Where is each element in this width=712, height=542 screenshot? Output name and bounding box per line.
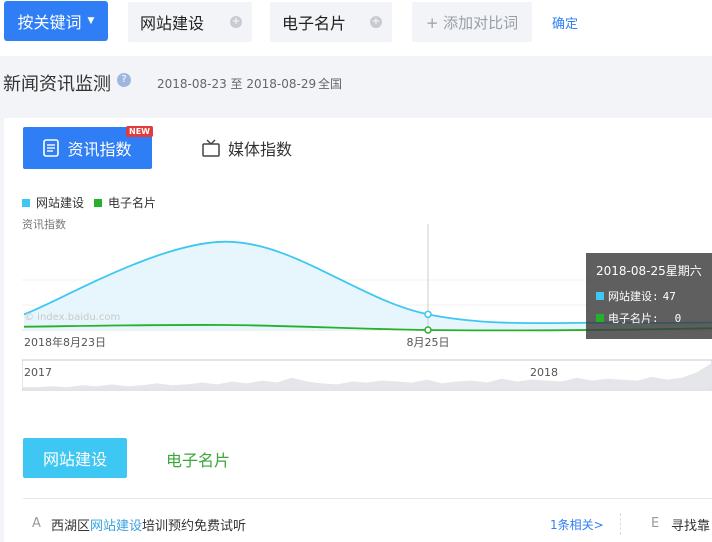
tooltip-value: 47 — [662, 289, 676, 303]
tooltip-row: 网站建设: 47 — [596, 288, 706, 304]
news-title-link[interactable]: 寻找靠 — [671, 515, 710, 534]
tooltip-label: 电子名片: — [608, 312, 659, 325]
chart-tooltip: 2018-08-25星期六 网站建设: 47 电子名片: 0 — [586, 253, 712, 339]
top-bar: 按关键词 ▼ 网站建设 + 电子名片 + + 添加对比词 确定 — [0, 0, 712, 56]
news-prefix: 西湖区 — [51, 519, 91, 534]
watermark: © index.baidu.com — [24, 312, 120, 323]
chart-legend: 网站建设 电子名片 — [22, 194, 156, 211]
main-panel: 资讯指数 NEW 媒体指数 网站建设 电子名片 资讯指数 © index.bai… — [0, 108, 712, 542]
document-icon — [43, 139, 60, 157]
tab-label: 媒体指数 — [228, 140, 293, 159]
hover-point-2 — [424, 326, 432, 334]
remove-keyword-icon[interactable]: + — [370, 16, 382, 28]
new-badge: NEW — [126, 126, 153, 137]
y-axis-label: 资讯指数 — [22, 217, 66, 231]
legend-item-2[interactable]: 电子名片 — [108, 194, 156, 211]
related-link[interactable]: 1条相关> — [550, 516, 604, 533]
keyword-chip-label: 网站建设 — [140, 14, 205, 33]
overview-year-label: 2017 — [24, 366, 52, 379]
help-icon[interactable]: ? — [117, 73, 131, 87]
legend-swatch — [596, 292, 604, 300]
date-range[interactable]: 2018-08-23 至 2018-08-29 — [157, 75, 316, 92]
tv-icon — [202, 139, 220, 157]
column-separator — [620, 513, 622, 535]
remove-keyword-icon[interactable]: + — [230, 16, 242, 28]
news-marker: E — [651, 516, 660, 531]
index-card: 资讯指数 NEW 媒体指数 网站建设 电子名片 资讯指数 © index.bai… — [4, 118, 712, 542]
time-range-slider[interactable]: 2017 2018 — [22, 359, 712, 391]
confirm-link[interactable]: 确定 — [552, 13, 578, 32]
hover-point-1 — [424, 310, 432, 319]
news-title-link[interactable]: 西湖区网站建设培训预约免费试听 — [51, 515, 246, 534]
news-marker: A — [32, 516, 41, 531]
news-keyword-highlight: 网站建设 — [90, 519, 143, 534]
tab-media-index[interactable]: 媒体指数 — [202, 127, 292, 169]
keyword-mode-button[interactable]: 按关键词 ▼ — [4, 1, 108, 41]
divider — [23, 498, 712, 499]
segment-button-2[interactable]: 电子名片 — [166, 447, 230, 471]
keyword-chip-1[interactable]: 网站建设 + — [128, 2, 252, 42]
tooltip-title: 2018-08-25星期六 — [596, 264, 702, 278]
keyword-mode-label: 按关键词 — [17, 13, 82, 32]
legend-item-1[interactable]: 网站建设 — [36, 194, 84, 211]
caret-down-icon: ▼ — [87, 16, 95, 26]
add-compare-keyword-button[interactable]: + 添加对比词 — [412, 2, 532, 42]
legend-swatch — [94, 198, 103, 207]
region-label[interactable]: 全国 — [318, 75, 342, 92]
legend-swatch — [22, 198, 30, 207]
news-list: A 西湖区网站建设培训预约免费试听 1条相关> E 寻找靠 — [23, 513, 712, 537]
news-suffix: 培训预约免费试听 — [142, 519, 247, 534]
tab-news-index[interactable]: 资讯指数 NEW — [23, 126, 153, 169]
keyword-chip-label: 电子名片 — [282, 14, 347, 33]
keyword-chip-2[interactable]: 电子名片 + — [270, 2, 392, 42]
tooltip-row: 电子名片: 0 — [596, 310, 706, 326]
tooltip-label: 网站建设: — [608, 290, 659, 303]
tooltip-value: 0 — [674, 311, 682, 325]
overview-year-label: 2018 — [530, 366, 558, 379]
segment-button-1[interactable]: 网站建设 — [23, 438, 127, 478]
page-header: 新闻资讯监测 ? 2018-08-23 至 2018-08-29 全国 — [0, 56, 712, 106]
legend-swatch — [596, 314, 604, 322]
x-tick-label: 8月25日 — [407, 336, 450, 349]
tab-label: 资讯指数 — [67, 140, 132, 159]
x-tick-label: 2018年8月23日 — [24, 335, 106, 349]
page-title: 新闻资讯监测 — [3, 74, 111, 95]
